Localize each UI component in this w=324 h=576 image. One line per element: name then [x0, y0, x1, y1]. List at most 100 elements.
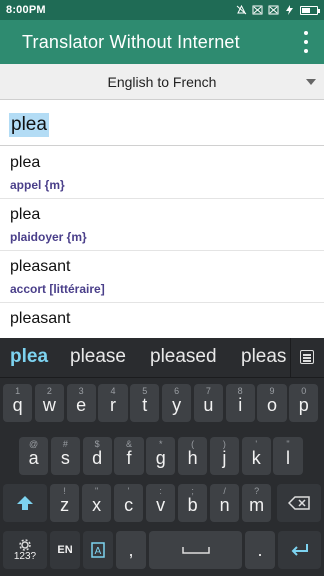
key-u[interactable]: 7u [193, 384, 223, 422]
key-q[interactable]: 1q [3, 384, 33, 422]
key-label: l [285, 447, 290, 468]
text-cursor-icon: A [91, 542, 105, 558]
key-c[interactable]: ' c [114, 484, 144, 522]
key-hint: # [62, 439, 68, 449]
key-label: t [142, 394, 148, 415]
key-label: n [219, 494, 230, 515]
enter-key[interactable] [278, 531, 321, 569]
key-h[interactable]: (h [178, 437, 208, 475]
key-hint: ; [191, 486, 194, 496]
result-translation: plaidoyer {m} [10, 230, 87, 244]
search-input[interactable]: plea [0, 102, 324, 146]
key-label: d [92, 447, 103, 468]
space-key[interactable] [149, 531, 242, 569]
key-y[interactable]: 6y [162, 384, 192, 422]
key-label: h [187, 447, 198, 468]
key-hint: " [286, 439, 290, 449]
result-word: plea [10, 154, 41, 171]
key-label: g [155, 447, 166, 468]
result-item[interactable]: plea appel {m} [0, 147, 324, 199]
key-hint: 5 [142, 386, 148, 396]
status-bar: 8:00PM [0, 0, 324, 20]
key-w[interactable]: 2w [34, 384, 64, 422]
key-hint: 0 [301, 386, 307, 396]
key-hint: * [159, 439, 163, 449]
key-hint: 4 [110, 386, 116, 396]
language-spinner-label: English to French [107, 73, 217, 90]
clipboard-menu-icon[interactable] [300, 350, 314, 364]
key-hint: ' [127, 486, 130, 496]
suggestion-item[interactable]: plea [10, 346, 48, 368]
result-word: pleasant [10, 310, 71, 327]
key-r[interactable]: 4r [98, 384, 128, 422]
suggestion-bar: plea please pleased pleas [0, 338, 324, 378]
key-a[interactable]: @ a [19, 437, 49, 475]
suggestion-item[interactable]: pleased [150, 346, 217, 368]
key-hint: 8 [237, 386, 243, 396]
key-z[interactable]: ! z [50, 484, 80, 522]
backspace-key[interactable] [277, 484, 321, 522]
key-i[interactable]: 8i [225, 384, 255, 422]
key-label: x [92, 494, 102, 515]
key-label: f [126, 447, 132, 468]
key-label: e [76, 394, 87, 415]
symbols-key[interactable]: 123? [3, 531, 47, 569]
key-l[interactable]: " l [273, 437, 303, 475]
key-n[interactable]: / n [210, 484, 240, 522]
key-label: b [187, 494, 198, 515]
language-key[interactable]: EN [50, 531, 80, 569]
suggestion-item[interactable]: pleas [241, 346, 287, 368]
battery-icon [300, 5, 320, 15]
suggestion-item[interactable]: please [70, 346, 126, 368]
key-hint: @ [29, 439, 39, 449]
key-f[interactable]: & f [114, 437, 144, 475]
key-hint: : [159, 486, 162, 496]
key-hint: $ [94, 439, 100, 449]
key-hint: 6 [174, 386, 180, 396]
key-s[interactable]: # s [50, 437, 80, 475]
results-list: plea appel {m} plea plaidoyer {m} pleasa… [0, 147, 324, 355]
key-hint: 2 [46, 386, 52, 396]
key-v[interactable]: :v [146, 484, 176, 522]
key-label: w [42, 394, 56, 415]
key-j[interactable]: ) j [209, 437, 239, 475]
key-k[interactable]: ' k [241, 437, 271, 475]
result-item[interactable]: plea plaidoyer {m} [0, 199, 324, 251]
key-label: k [251, 447, 261, 468]
language-spinner[interactable]: English to French [0, 64, 324, 100]
key-e[interactable]: 3e [66, 384, 96, 422]
result-translation: appel {m} [10, 178, 65, 192]
comma-key[interactable]: , [116, 531, 146, 569]
key-hint: ) [222, 439, 226, 449]
key-b[interactable]: ; b [178, 484, 208, 522]
key-d[interactable]: $ d [82, 437, 112, 475]
space-bar-icon [181, 547, 210, 554]
result-translation: accort [littéraire] [10, 282, 105, 296]
key-hint: 9 [269, 386, 275, 396]
no-signal-icon [268, 5, 279, 15]
period-key[interactable]: . [245, 531, 275, 569]
result-word: plea [10, 206, 41, 223]
key-label: z [60, 494, 70, 515]
key-label: y [172, 394, 182, 415]
overflow-menu-icon[interactable] [302, 31, 310, 53]
key-label: o [266, 394, 277, 415]
key-hint: / [223, 486, 226, 496]
key-hint: ' [255, 439, 258, 449]
key-m[interactable]: ? m [242, 484, 272, 522]
app-bar: Translator Without Internet [0, 20, 324, 64]
shift-key[interactable] [3, 484, 47, 522]
key-g[interactable]: * g [146, 437, 176, 475]
key-hint: & [125, 439, 132, 449]
no-sim-icon [252, 5, 263, 15]
key-p[interactable]: 0p [289, 384, 319, 422]
text-edit-key[interactable]: A [83, 531, 113, 569]
key-label: u [203, 394, 214, 415]
key-x[interactable]: " x [82, 484, 112, 522]
result-item[interactable]: pleasant accort [littéraire] [0, 251, 324, 303]
key-o[interactable]: 9o [257, 384, 287, 422]
key-hint: ( [191, 439, 195, 449]
soft-keyboard: plea please pleased pleas 1q2w3e4r5t6y7u… [0, 338, 324, 576]
key-t[interactable]: 5t [130, 384, 160, 422]
dropdown-caret-icon [306, 79, 316, 85]
